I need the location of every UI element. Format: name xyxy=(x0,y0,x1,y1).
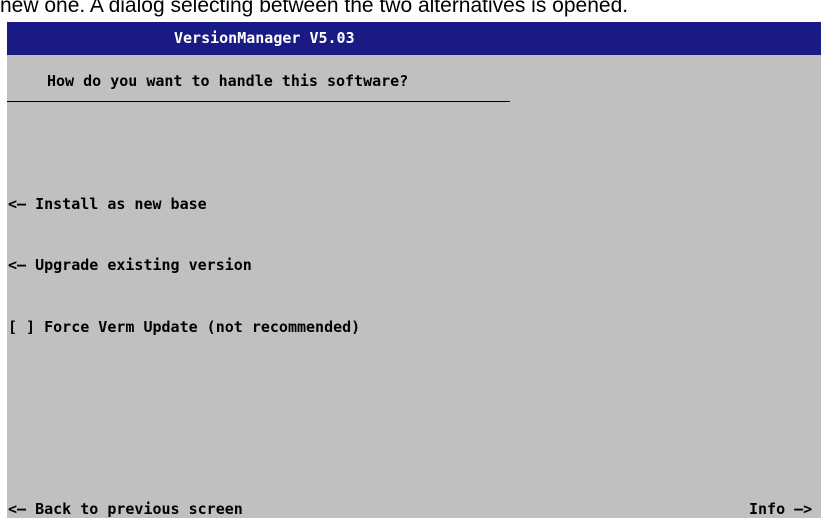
back-to-previous-screen-option[interactable]: <— Back to previous screen xyxy=(8,500,243,518)
back-to-previous-screen-label: Back to previous screen xyxy=(35,500,243,518)
install-new-base-option[interactable]: <— Install as new base xyxy=(8,195,207,213)
upgrade-existing-version-label: Upgrade existing version xyxy=(35,256,252,274)
version-manager-screen: VersionManager V5.03 How do you want to … xyxy=(7,22,821,518)
app-title: VersionManager V5.03 xyxy=(174,29,355,47)
info-label: Info xyxy=(749,500,786,518)
install-new-base-label: Install as new base xyxy=(35,195,207,213)
title-bar: VersionManager V5.03 xyxy=(7,22,821,55)
question-text: How do you want to handle this software? xyxy=(47,72,409,90)
info-option[interactable]: Info —> xyxy=(749,500,812,518)
left-arrow-icon: <— xyxy=(8,256,27,274)
force-verm-update-label: Force Verm Update (not recommended) xyxy=(44,318,361,336)
left-arrow-icon: <— xyxy=(8,500,27,518)
page: new one. A dialog selecting between the … xyxy=(0,0,821,518)
document-caption: new one. A dialog selecting between the … xyxy=(0,0,629,17)
force-verm-update-option[interactable]: [ ] Force Verm Update (not recommended) xyxy=(8,318,360,336)
right-arrow-icon: —> xyxy=(794,500,813,518)
question-divider xyxy=(7,101,510,102)
left-arrow-icon: <— xyxy=(8,195,27,213)
upgrade-existing-version-option[interactable]: <— Upgrade existing version xyxy=(8,256,252,274)
force-verm-update-checkbox[interactable]: [ ] xyxy=(8,318,35,336)
